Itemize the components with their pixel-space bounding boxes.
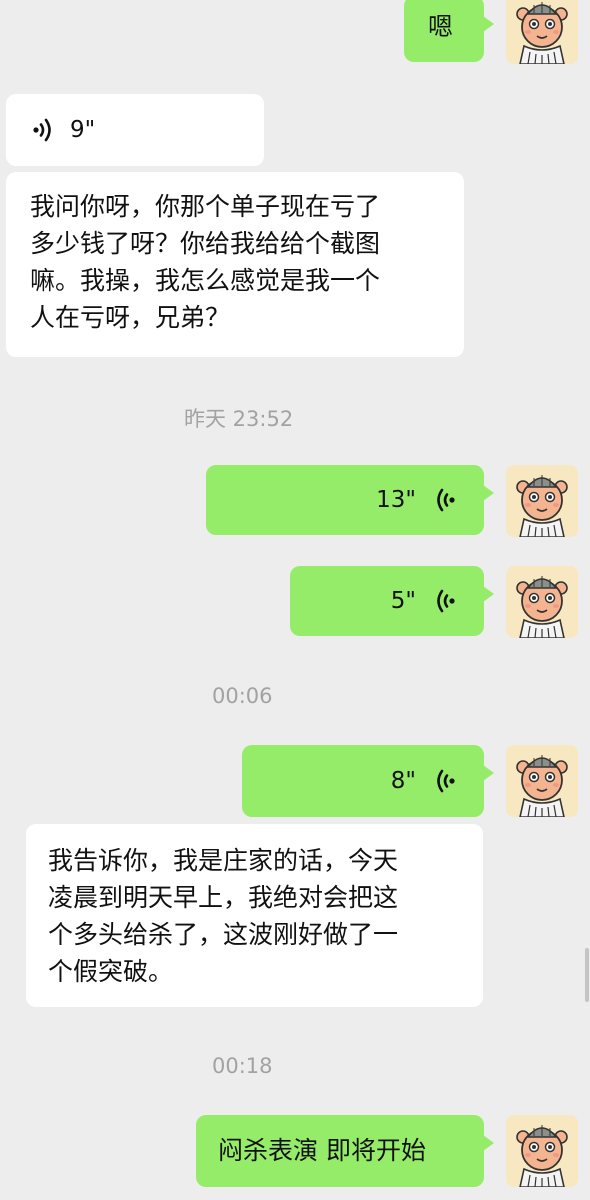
message-bubble-self[interactable]: 闷杀表演 即将开始 [196,1115,494,1187]
message-line: 我告诉你，我是庄家的话，今天 [48,846,399,875]
message-line: 人在亏呀，兄弟？ [30,303,231,332]
avatar-self[interactable] [506,0,578,64]
voice-duration: 13" [376,486,416,513]
message-line: 我问你呀，你那个单子现在亏了 [30,192,381,221]
voice-duration: 9" [70,116,96,143]
cartoon-pig-avatar-icon [506,1115,578,1187]
cartoon-pig-avatar-icon [506,465,578,537]
scrollbar[interactable] [585,948,589,1002]
message-text: 嗯 [428,12,454,41]
voice-wave-icon [434,487,456,513]
voice-message-bubble[interactable]: 9" [6,94,264,166]
message-line: 个假突破。 [48,957,174,986]
message-bubble-other[interactable]: 我告诉你，我是庄家的话，今天 凌晨到明天早上，我绝对会把这 个多头给杀了，这波刚… [26,824,483,1007]
voice-wave-icon [434,588,456,614]
voice-duration: 8" [390,767,416,794]
chat-area: 嗯 9" 我问你呀，你那个单子现在亏了 多少钱了呀？你给我给给个截图 嘛。我操，… [0,0,590,1200]
voice-message-bubble[interactable]: 5" [290,566,494,636]
voice-message-bubble[interactable]: 8" [242,745,494,817]
voice-wave-icon [434,768,456,794]
message-line: 嘛。我操，我怎么感觉是我一个 [30,266,381,295]
timestamp: 昨天 23:52 [184,407,294,431]
timestamp: 00:18 [212,1054,273,1078]
voice-message-bubble[interactable]: 13" [206,465,494,535]
message-bubble-self[interactable]: 嗯 [404,0,494,62]
message-text: 闷杀表演 即将开始 [218,1136,426,1165]
avatar-self[interactable] [506,745,578,817]
timestamp: 00:06 [212,684,273,708]
avatar-self[interactable] [506,465,578,537]
message-line: 个多头给杀了，这波刚好做了一 [48,920,399,949]
message-bubble-other[interactable]: 我问你呀，你那个单子现在亏了 多少钱了呀？你给我给给个截图 嘛。我操，我怎么感觉… [6,172,464,357]
cartoon-pig-avatar-icon [506,745,578,817]
avatar-self[interactable] [506,1115,578,1187]
voice-duration: 5" [390,587,416,614]
avatar-self[interactable] [506,566,578,638]
cartoon-pig-avatar-icon [506,0,578,64]
cartoon-pig-avatar-icon [506,566,578,638]
voice-wave-icon [32,117,54,143]
message-line: 凌晨到明天早上，我绝对会把这 [48,883,399,912]
message-line: 多少钱了呀？你给我给给个截图 [30,229,381,258]
